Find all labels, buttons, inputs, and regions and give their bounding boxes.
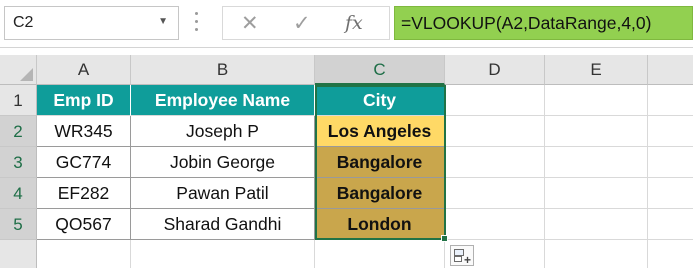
formula-buttons: ✕ ✓ fx — [222, 6, 390, 40]
table-cell-city[interactable]: Bangalore — [315, 178, 445, 209]
header-cell-employee-name[interactable]: Employee Name — [131, 85, 315, 116]
table-cell-city[interactable]: Los Angeles — [315, 116, 445, 147]
table-cell-name[interactable]: Jobin George — [131, 147, 315, 178]
cell-d4[interactable] — [445, 178, 545, 209]
cell-f6[interactable] — [648, 240, 693, 268]
cell-e5[interactable] — [545, 209, 648, 240]
row-header-2[interactable]: 2 — [0, 116, 37, 147]
formula-text: =VLOOKUP(A2,DataRange,4,0) — [401, 13, 652, 33]
cell-d1[interactable] — [445, 85, 545, 116]
row-header-5[interactable]: 5 — [0, 209, 37, 240]
cell-f3[interactable] — [648, 147, 693, 178]
row-header-1[interactable]: 1 — [0, 85, 37, 116]
formula-bar: C2 ▼ ✕ ✓ fx =VLOOKUP(A2,DataRange,4,0) — [0, 0, 693, 48]
header-cell-emp-id[interactable]: Emp ID — [37, 85, 131, 116]
insert-function-icon[interactable]: fx — [345, 12, 363, 34]
column-header-d[interactable]: D — [445, 55, 545, 85]
table-cell-name[interactable]: Joseph P — [131, 116, 315, 147]
drag-handle-icon[interactable] — [195, 12, 199, 34]
cell-e2[interactable] — [545, 116, 648, 147]
name-box[interactable]: C2 ▼ — [4, 6, 179, 40]
check-icon[interactable]: ✓ — [293, 11, 311, 36]
cell-b6[interactable] — [131, 240, 315, 268]
table-cell-city[interactable]: London — [315, 209, 445, 240]
table-cell-emp-id[interactable]: QO567 — [37, 209, 131, 240]
table-cell-name[interactable]: Pawan Patil — [131, 178, 315, 209]
cell-d5[interactable] — [445, 209, 545, 240]
cell-e1[interactable] — [545, 85, 648, 116]
table-cell-emp-id[interactable]: WR345 — [37, 116, 131, 147]
formula-input[interactable]: =VLOOKUP(A2,DataRange,4,0) — [394, 6, 693, 40]
column-header-b[interactable]: B — [131, 55, 315, 85]
cell-d3[interactable] — [445, 147, 545, 178]
quick-analysis-icon[interactable]: + — [450, 245, 474, 267]
cell-f1[interactable] — [648, 85, 693, 116]
column-header-f[interactable] — [648, 55, 693, 85]
select-all-corner[interactable] — [0, 55, 37, 85]
column-header-e[interactable]: E — [545, 55, 648, 85]
chevron-down-icon[interactable]: ▼ — [158, 16, 168, 27]
table-cell-name[interactable]: Sharad Gandhi — [131, 209, 315, 240]
table-cell-emp-id[interactable]: GC774 — [37, 147, 131, 178]
cell-c6[interactable] — [315, 240, 445, 268]
column-header-c[interactable]: C — [315, 55, 445, 85]
cell-d2[interactable] — [445, 116, 545, 147]
row-header-6[interactable] — [0, 240, 37, 268]
fill-handle[interactable] — [441, 235, 448, 242]
header-cell-city[interactable]: City — [315, 85, 445, 116]
row-header-3[interactable]: 3 — [0, 147, 37, 178]
name-box-value: C2 — [13, 14, 34, 31]
table-cell-city[interactable]: Bangalore — [315, 147, 445, 178]
row-header-4[interactable]: 4 — [0, 178, 37, 209]
cell-e4[interactable] — [545, 178, 648, 209]
table-cell-emp-id[interactable]: EF282 — [37, 178, 131, 209]
cell-f4[interactable] — [648, 178, 693, 209]
column-header-a[interactable]: A — [37, 55, 131, 85]
cell-f5[interactable] — [648, 209, 693, 240]
cell-a6[interactable] — [37, 240, 131, 268]
cell-e6[interactable] — [545, 240, 648, 268]
cell-e3[interactable] — [545, 147, 648, 178]
cell-f2[interactable] — [648, 116, 693, 147]
close-icon[interactable]: ✕ — [241, 11, 259, 36]
